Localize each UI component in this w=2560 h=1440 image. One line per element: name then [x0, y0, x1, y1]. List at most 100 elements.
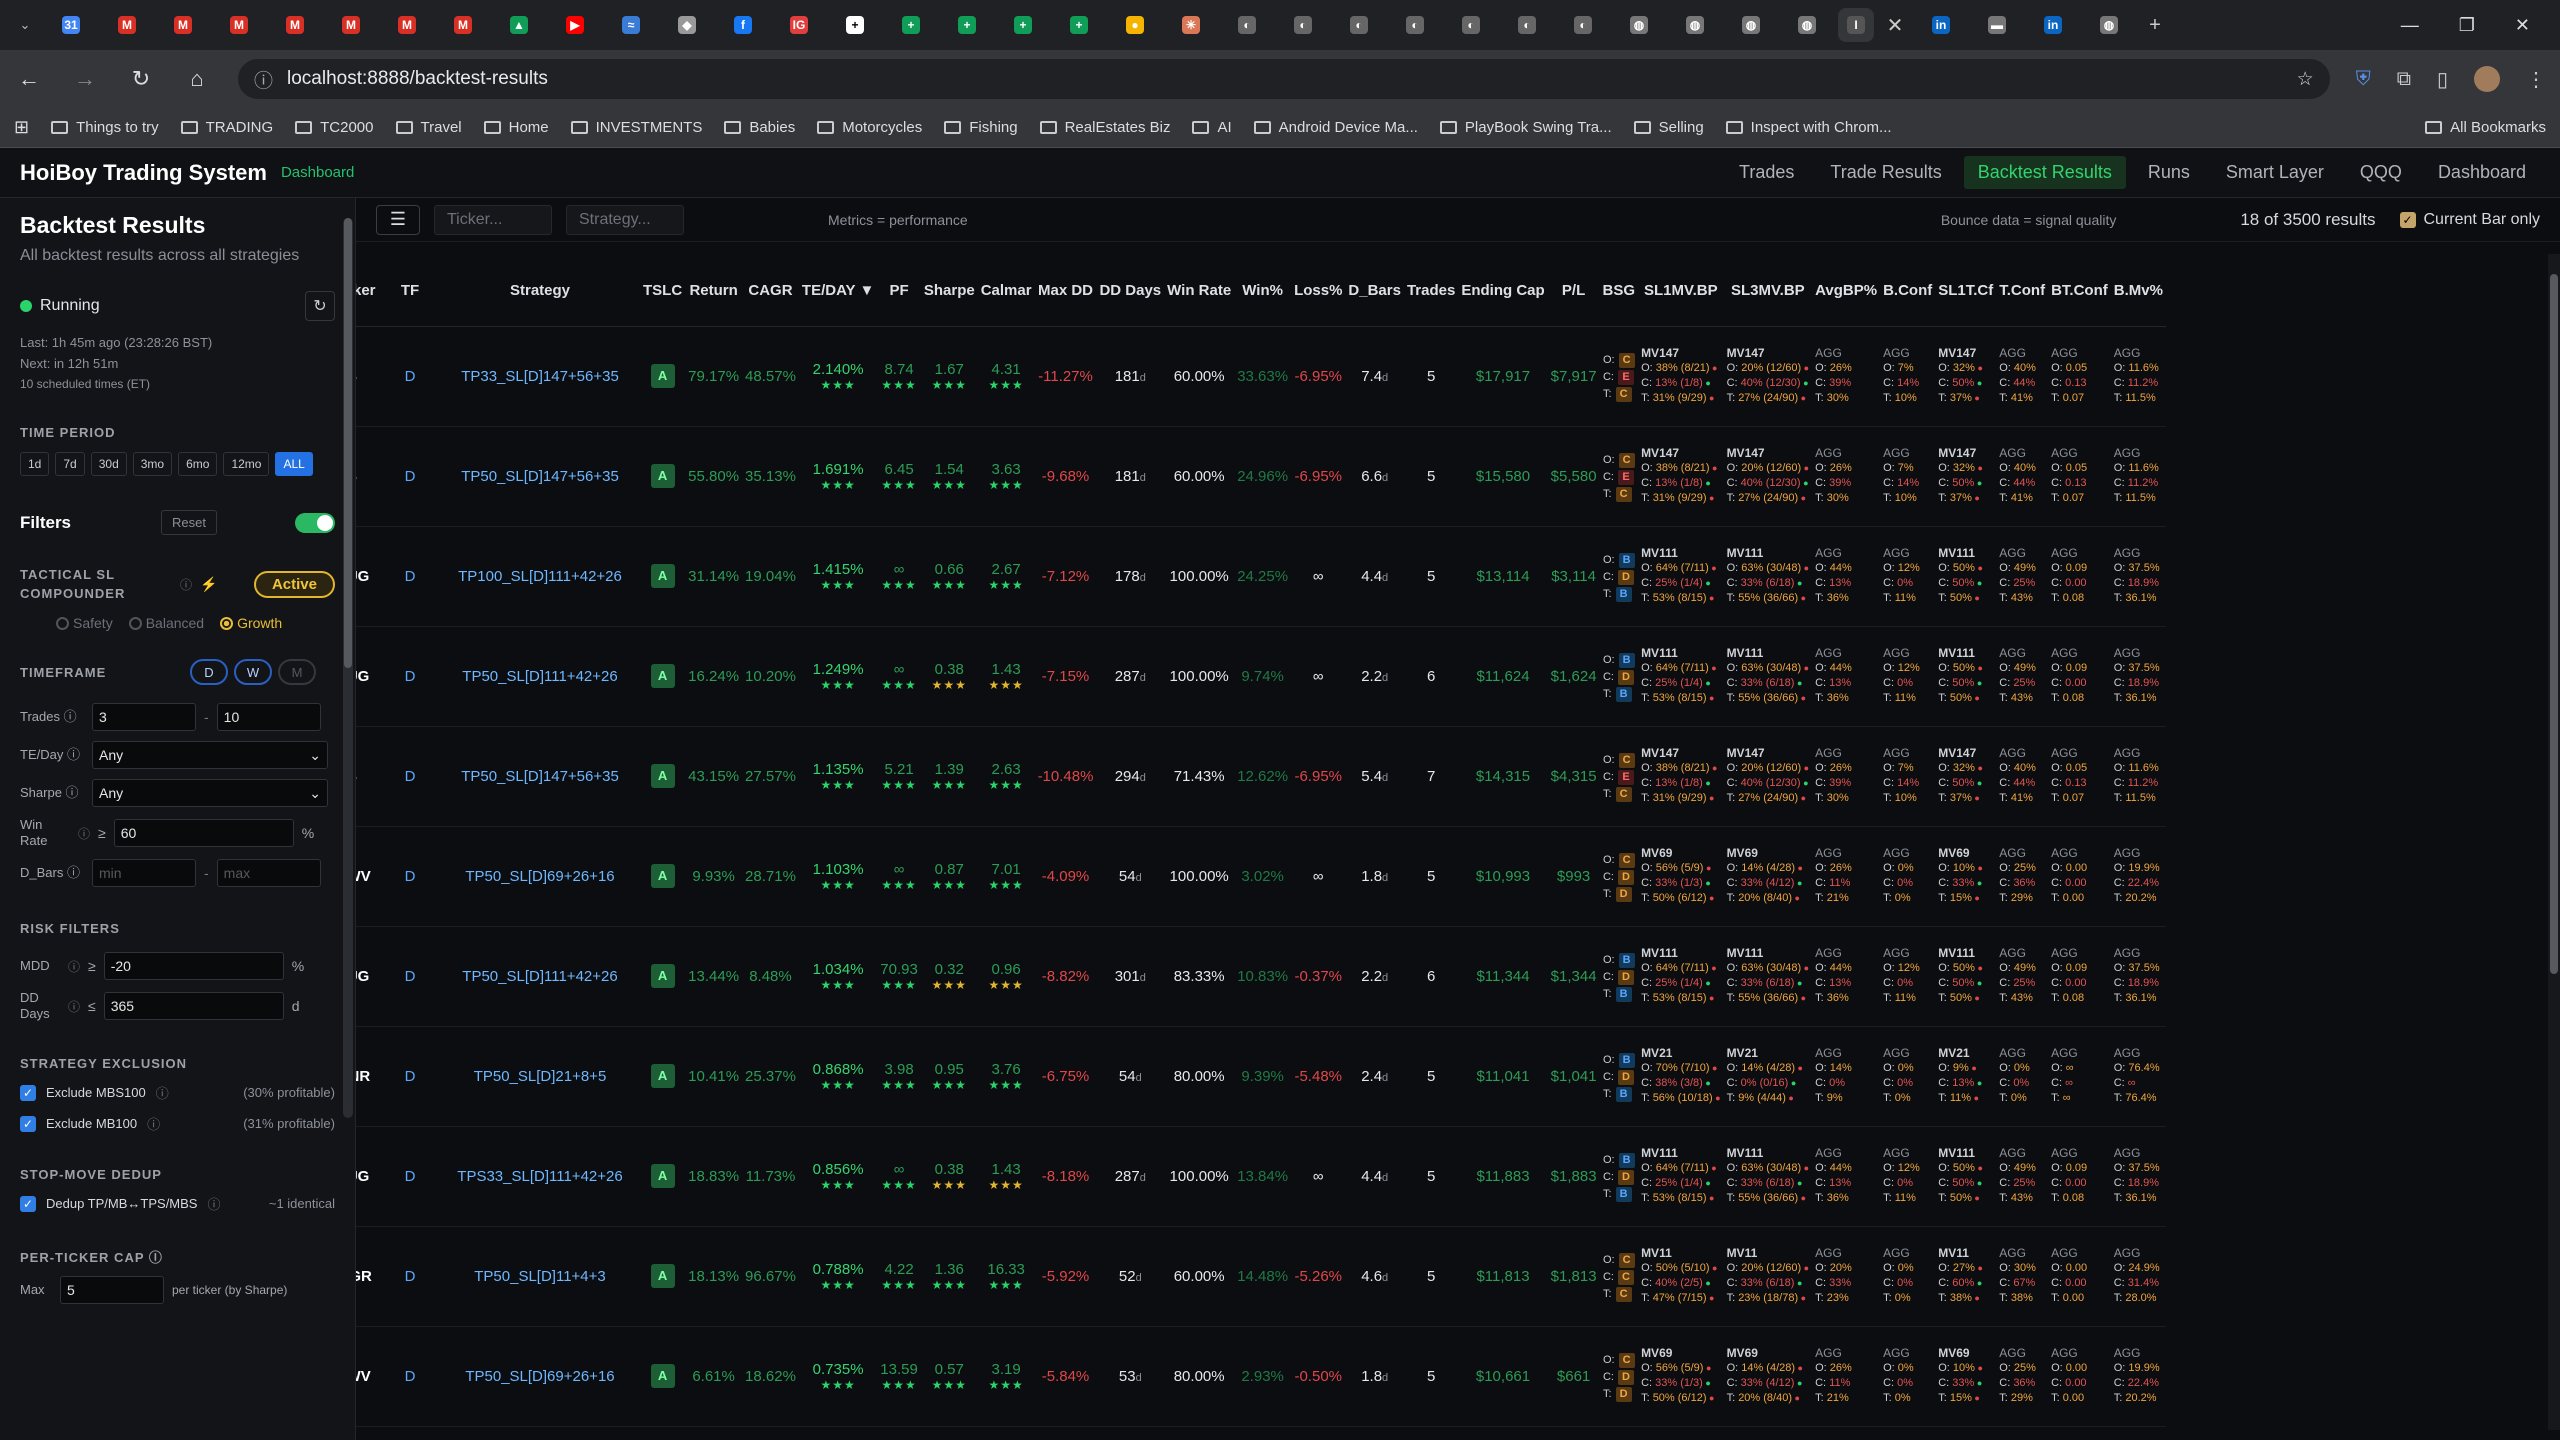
- tsl-active-button[interactable]: Active: [253, 570, 335, 598]
- dbars-max-input[interactable]: max: [216, 859, 321, 887]
- browser-tab[interactable]: ◍: [1726, 8, 1776, 42]
- bookmark-item[interactable]: Inspect with Chrom...: [1725, 119, 1892, 136]
- new-tab-icon[interactable]: +: [2140, 10, 2170, 40]
- dd-days-input[interactable]: 365: [103, 992, 284, 1020]
- nav-dashboard[interactable]: Dashboard: [2424, 156, 2540, 189]
- bookmark-item[interactable]: Selling: [1633, 119, 1704, 136]
- minimize-icon[interactable]: —: [2401, 15, 2419, 36]
- mode-safety[interactable]: Safety: [56, 615, 113, 631]
- bookmark-item[interactable]: Motorcycles: [817, 119, 922, 136]
- bookmark-item[interactable]: RealEstates Biz: [1039, 119, 1170, 136]
- bookmark-item[interactable]: TRADING: [180, 119, 273, 136]
- menu-icon[interactable]: ⋮: [2526, 67, 2546, 92]
- back-icon[interactable]: ←: [14, 66, 44, 92]
- bookmark-item[interactable]: Fishing: [944, 119, 1018, 136]
- browser-tab[interactable]: ●: [1110, 8, 1160, 42]
- browser-tab[interactable]: +: [1054, 8, 1104, 42]
- info-icon[interactable]: ⓘ: [68, 958, 80, 975]
- period-3mo[interactable]: 3mo: [132, 452, 173, 476]
- browser-tab[interactable]: ◐: [1558, 8, 1608, 42]
- bookmark-item[interactable]: Android Device Ma...: [1253, 119, 1418, 136]
- browser-tab[interactable]: in: [2028, 8, 2078, 42]
- table-row[interactable]: ASDTP33_SL[D]147+56+35A79.17%48.57%2.140…: [356, 326, 2166, 427]
- checkbox-checked-icon[interactable]: ✓: [20, 1115, 36, 1132]
- strategy-link[interactable]: TP50_SL[D]21+8+5: [440, 1026, 640, 1127]
- column-header[interactable]: BT.Conf: [2048, 256, 2111, 327]
- checkbox-checked-icon[interactable]: ✓: [20, 1195, 36, 1212]
- window-close-icon[interactable]: ✕: [2515, 15, 2530, 36]
- info-icon[interactable]: ⓘ: [207, 1194, 220, 1213]
- nav-smart-layer[interactable]: Smart Layer: [2212, 156, 2338, 189]
- column-header[interactable]: Calmar: [977, 256, 1035, 327]
- column-header[interactable]: icker: [356, 256, 380, 327]
- browser-tab[interactable]: M: [158, 8, 208, 42]
- column-header[interactable]: Loss%: [1291, 256, 1346, 327]
- bookmark-item[interactable]: INVESTMENTS: [570, 119, 702, 136]
- browser-tab[interactable]: M: [438, 8, 488, 42]
- strategy-link[interactable]: TP50_SL[D]69+26+16: [440, 826, 640, 927]
- nav-runs[interactable]: Runs: [2134, 156, 2204, 189]
- browser-tab[interactable]: ▶: [550, 8, 600, 42]
- column-header[interactable]: T.Conf: [1996, 256, 2049, 327]
- browser-tab[interactable]: M: [326, 8, 376, 42]
- column-header[interactable]: D_Bars: [1345, 256, 1404, 327]
- browser-tab[interactable]: ▬: [1972, 8, 2022, 42]
- nav-backtest-results[interactable]: Backtest Results: [1963, 156, 2126, 189]
- strategy-link[interactable]: TP50_SL[D]11+4+3: [440, 1226, 640, 1327]
- column-header[interactable]: Win%: [1234, 256, 1292, 327]
- browser-tab[interactable]: 31: [46, 8, 96, 42]
- table-row[interactable]: MNRDTP50_SL[D]21+8+5A10.41%25.37%0.868%★…: [356, 1026, 2166, 1127]
- timeframe-m-button[interactable]: M: [278, 659, 316, 685]
- strategy-filter-input[interactable]: Strategy...: [566, 204, 684, 235]
- table-row[interactable]: FIGRDTP50_SL[D]11+4+3A18.13%96.67%0.788%…: [356, 1226, 2166, 1327]
- column-header[interactable]: B.Mv%: [2110, 256, 2166, 327]
- browser-tab[interactable]: M: [382, 8, 432, 42]
- reload-icon[interactable]: ↻: [126, 66, 156, 92]
- browser-tab[interactable]: ◐: [1222, 8, 1272, 42]
- column-header[interactable]: Return: [685, 256, 743, 327]
- column-header[interactable]: AvgBP%: [1812, 256, 1881, 327]
- winrate-input[interactable]: 60: [113, 819, 294, 847]
- bookmark-item[interactable]: Home: [483, 119, 549, 136]
- omnibox[interactable]: ⓘ localhost:8888/backtest-results ☆: [238, 59, 2330, 99]
- period-7d[interactable]: 7d: [55, 452, 85, 476]
- info-icon[interactable]: ⓘ: [180, 576, 192, 593]
- column-header[interactable]: TSLC: [640, 256, 686, 327]
- current-bar-checkbox[interactable]: ✓ Current Bar only: [2399, 211, 2540, 229]
- browser-tab[interactable]: ▲: [494, 8, 544, 42]
- table-row[interactable]: RUGDTP50_SL[D]111+42+26A16.24%10.20%1.24…: [356, 626, 2166, 727]
- browser-tab[interactable]: ◐: [1278, 8, 1328, 42]
- period-1d[interactable]: 1d: [20, 452, 50, 476]
- url-text[interactable]: localhost:8888/backtest-results: [287, 68, 548, 90]
- tab-list-dropdown[interactable]: ⌄: [10, 8, 40, 42]
- table-row[interactable]: ASDTP50_SL[D]147+56+35A55.80%35.13%1.691…: [356, 426, 2166, 527]
- nav-trades[interactable]: Trades: [1725, 156, 1808, 189]
- ticker-filter-input[interactable]: Ticker...: [434, 204, 552, 235]
- bookmark-item[interactable]: AI: [1192, 119, 1232, 136]
- column-header[interactable]: Ending Cap: [1458, 256, 1548, 327]
- bookmark-item[interactable]: Babies: [724, 119, 795, 136]
- column-header[interactable]: TF: [380, 256, 440, 327]
- column-header[interactable]: PF: [877, 256, 921, 327]
- strategy-link[interactable]: TP50_SL[D]69+26+16: [440, 1326, 640, 1427]
- browser-tab[interactable]: ◐: [1446, 8, 1496, 42]
- browser-tab[interactable]: ≈: [606, 8, 656, 42]
- browser-tab[interactable]: M: [270, 8, 320, 42]
- table-row[interactable]: RUGDTP50_SL[D]111+42+26A13.44%8.48%1.034…: [356, 926, 2166, 1027]
- sidepanel-icon[interactable]: ▯: [2437, 67, 2448, 92]
- mode-balanced[interactable]: Balanced: [128, 615, 204, 631]
- nav-trade-results[interactable]: Trade Results: [1816, 156, 1955, 189]
- browser-tab[interactable]: +: [830, 8, 880, 42]
- browser-tab[interactable]: IG: [774, 8, 824, 42]
- all-bookmarks[interactable]: All Bookmarks: [2425, 119, 2546, 136]
- refresh-icon[interactable]: ↻: [305, 291, 335, 321]
- column-header[interactable]: Win Rate: [1164, 256, 1235, 327]
- column-header[interactable]: P/L: [1547, 256, 1600, 327]
- period-6mo[interactable]: 6mo: [178, 452, 218, 476]
- period-12mo[interactable]: 12mo: [223, 452, 270, 476]
- home-icon[interactable]: ⌂: [182, 66, 212, 92]
- table-row[interactable]: RWVDTP50_SL[D]69+26+16A9.93%28.71%1.103%…: [356, 826, 2166, 927]
- sharpe-select[interactable]: Any ⌄: [92, 779, 328, 807]
- timeframe-d-button[interactable]: D: [190, 659, 228, 685]
- column-header[interactable]: Strategy: [440, 256, 640, 327]
